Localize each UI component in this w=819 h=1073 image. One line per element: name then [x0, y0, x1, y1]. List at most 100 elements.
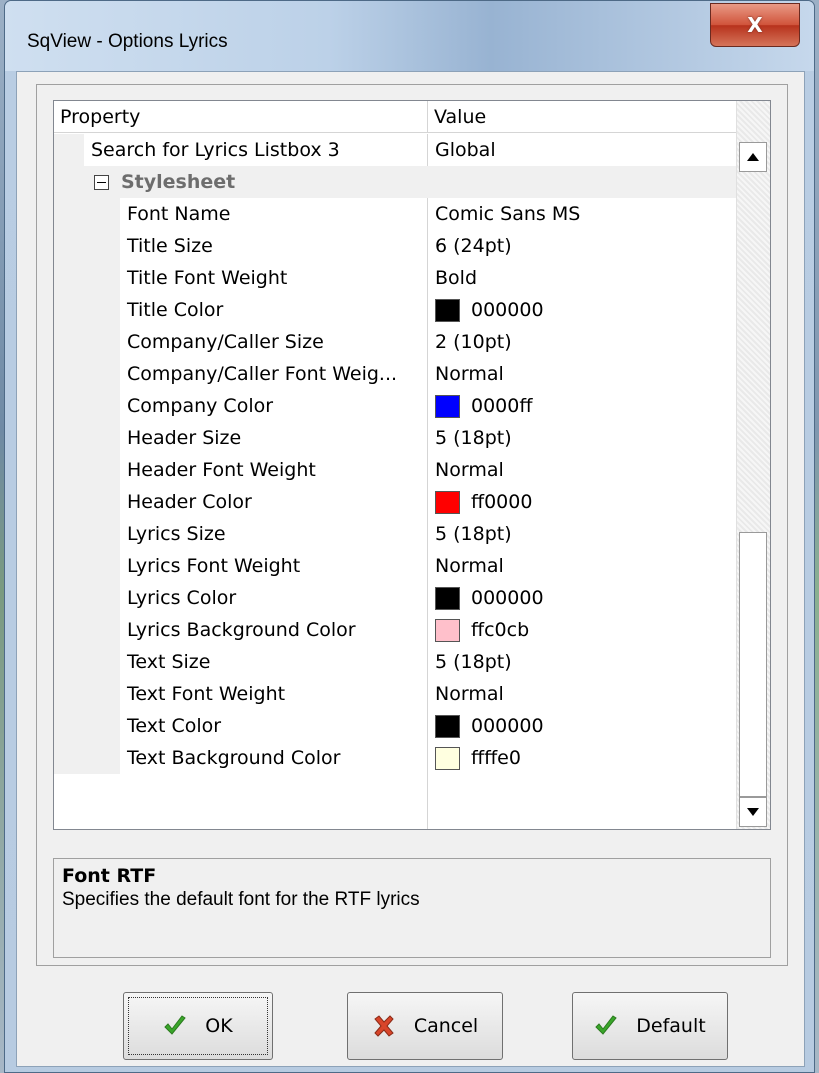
- property-value[interactable]: Normal: [428, 454, 754, 486]
- property-row[interactable]: Font Name Comic Sans MS: [54, 198, 754, 230]
- property-name: Title Color: [120, 294, 428, 326]
- property-value[interactable]: 5 (18pt): [428, 422, 754, 454]
- property-value-text: 000000: [471, 587, 544, 609]
- property-value[interactable]: Normal: [428, 358, 754, 390]
- row-gutter: [54, 390, 120, 422]
- property-row[interactable]: Text Background Color ffffe0: [54, 742, 754, 774]
- scroll-up-arrow-icon[interactable]: [739, 142, 767, 172]
- property-value-text: Comic Sans MS: [435, 203, 581, 225]
- property-name: Lyrics Font Weight: [120, 550, 428, 582]
- property-value[interactable]: 000000: [428, 294, 754, 326]
- property-name: Title Size: [120, 230, 428, 262]
- property-row[interactable]: Text Font Weight Normal: [54, 678, 754, 710]
- row-gutter: [54, 486, 120, 518]
- property-name: Text Font Weight: [120, 678, 428, 710]
- vertical-scrollbar[interactable]: [736, 101, 770, 829]
- property-value[interactable]: Bold: [428, 262, 754, 294]
- property-row[interactable]: Text Size 5 (18pt): [54, 646, 754, 678]
- property-name: Title Font Weight: [120, 262, 428, 294]
- property-grid-header: Property Value: [54, 101, 770, 133]
- property-rows: Search for Lyrics Listbox 3 Global Style…: [54, 134, 754, 774]
- property-value[interactable]: ffc0cb: [428, 614, 754, 646]
- property-name: Lyrics Color: [120, 582, 428, 614]
- property-value-text: ffffe0: [471, 747, 521, 769]
- ok-button-label: OK: [205, 1015, 233, 1037]
- row-gutter: [54, 294, 120, 326]
- property-value-text: 000000: [471, 715, 544, 737]
- property-value-text: ffc0cb: [471, 619, 530, 641]
- scrollbar-thumb[interactable]: [739, 532, 767, 797]
- property-value[interactable]: Global: [428, 134, 754, 166]
- property-row[interactable]: Search for Lyrics Listbox 3 Global: [54, 134, 754, 166]
- property-name: Text Size: [120, 646, 428, 678]
- default-button[interactable]: Default: [572, 992, 728, 1060]
- category-label: Stylesheet: [121, 171, 236, 193]
- property-row[interactable]: Company Color 0000ff: [54, 390, 754, 422]
- property-value[interactable]: 6 (24pt): [428, 230, 754, 262]
- description-title: Font RTF: [62, 865, 157, 887]
- property-value-text: Normal: [435, 459, 504, 481]
- category-row-stylesheet[interactable]: Stylesheet: [54, 166, 754, 198]
- property-value[interactable]: 0000ff: [428, 390, 754, 422]
- property-row[interactable]: Title Size 6 (24pt): [54, 230, 754, 262]
- property-value[interactable]: 2 (10pt): [428, 326, 754, 358]
- row-gutter: [54, 230, 120, 262]
- property-value[interactable]: 000000: [428, 710, 754, 742]
- window-title: SqView - Options Lyrics: [27, 31, 228, 52]
- property-value[interactable]: 5 (18pt): [428, 518, 754, 550]
- property-row[interactable]: Company/Caller Size 2 (10pt): [54, 326, 754, 358]
- property-row[interactable]: Title Color 000000: [54, 294, 754, 326]
- property-value-text: Normal: [435, 363, 504, 385]
- scroll-down-arrow-icon[interactable]: [739, 797, 767, 827]
- color-swatch: [435, 586, 460, 610]
- row-gutter: [54, 422, 120, 454]
- property-value-text: 5 (18pt): [435, 651, 512, 673]
- property-value[interactable]: 000000: [428, 582, 754, 614]
- property-row[interactable]: Company/Caller Font Weig... Normal: [54, 358, 754, 390]
- property-row[interactable]: Lyrics Color 000000: [54, 582, 754, 614]
- property-value[interactable]: Normal: [428, 678, 754, 710]
- cancel-button-label: Cancel: [413, 1015, 479, 1037]
- property-row[interactable]: Header Size 5 (18pt): [54, 422, 754, 454]
- close-button[interactable]: X: [710, 3, 800, 47]
- color-swatch: [435, 490, 460, 514]
- property-row[interactable]: Title Font Weight Bold: [54, 262, 754, 294]
- property-row[interactable]: Lyrics Font Weight Normal: [54, 550, 754, 582]
- property-value-text: 0000ff: [471, 395, 533, 417]
- property-grid[interactable]: Property Value Search for Lyrics Listbox…: [53, 100, 771, 830]
- property-value[interactable]: Normal: [428, 550, 754, 582]
- cancel-button[interactable]: Cancel: [347, 992, 503, 1060]
- cross-icon: [372, 1015, 396, 1037]
- property-value-text: ff0000: [471, 491, 533, 513]
- property-row[interactable]: Header Color ff0000: [54, 486, 754, 518]
- collapse-icon[interactable]: [94, 174, 109, 190]
- check-icon: [163, 1015, 187, 1037]
- property-row[interactable]: Lyrics Size 5 (18pt): [54, 518, 754, 550]
- property-row[interactable]: Text Color 000000: [54, 710, 754, 742]
- row-gutter: [54, 134, 84, 166]
- property-value-text: Normal: [435, 555, 504, 577]
- property-value-text: Normal: [435, 683, 504, 705]
- property-row[interactable]: Lyrics Background Color ffc0cb: [54, 614, 754, 646]
- property-value[interactable]: ff0000: [428, 486, 754, 518]
- title-bar[interactable]: SqView - Options Lyrics X: [5, 1, 814, 71]
- row-gutter: [54, 326, 120, 358]
- property-value[interactable]: Comic Sans MS: [428, 198, 754, 230]
- row-gutter: [54, 742, 120, 774]
- property-value-text: 6 (24pt): [435, 235, 512, 257]
- column-header-property[interactable]: Property: [54, 101, 428, 133]
- options-dialog: SqView - Options Lyrics X Property Value…: [4, 0, 815, 1073]
- property-name: Font Name: [120, 198, 428, 230]
- row-gutter: [54, 710, 120, 742]
- ok-button[interactable]: OK: [123, 992, 273, 1060]
- property-name: Header Font Weight: [120, 454, 428, 486]
- property-value[interactable]: ffffe0: [428, 742, 754, 774]
- property-name: Text Background Color: [120, 742, 428, 774]
- column-header-value[interactable]: Value: [428, 101, 770, 133]
- close-icon: X: [747, 13, 763, 37]
- default-button-label: Default: [636, 1015, 706, 1037]
- color-swatch: [435, 394, 460, 418]
- property-row[interactable]: Header Font Weight Normal: [54, 454, 754, 486]
- property-value-text: 5 (18pt): [435, 427, 512, 449]
- property-value[interactable]: 5 (18pt): [428, 646, 754, 678]
